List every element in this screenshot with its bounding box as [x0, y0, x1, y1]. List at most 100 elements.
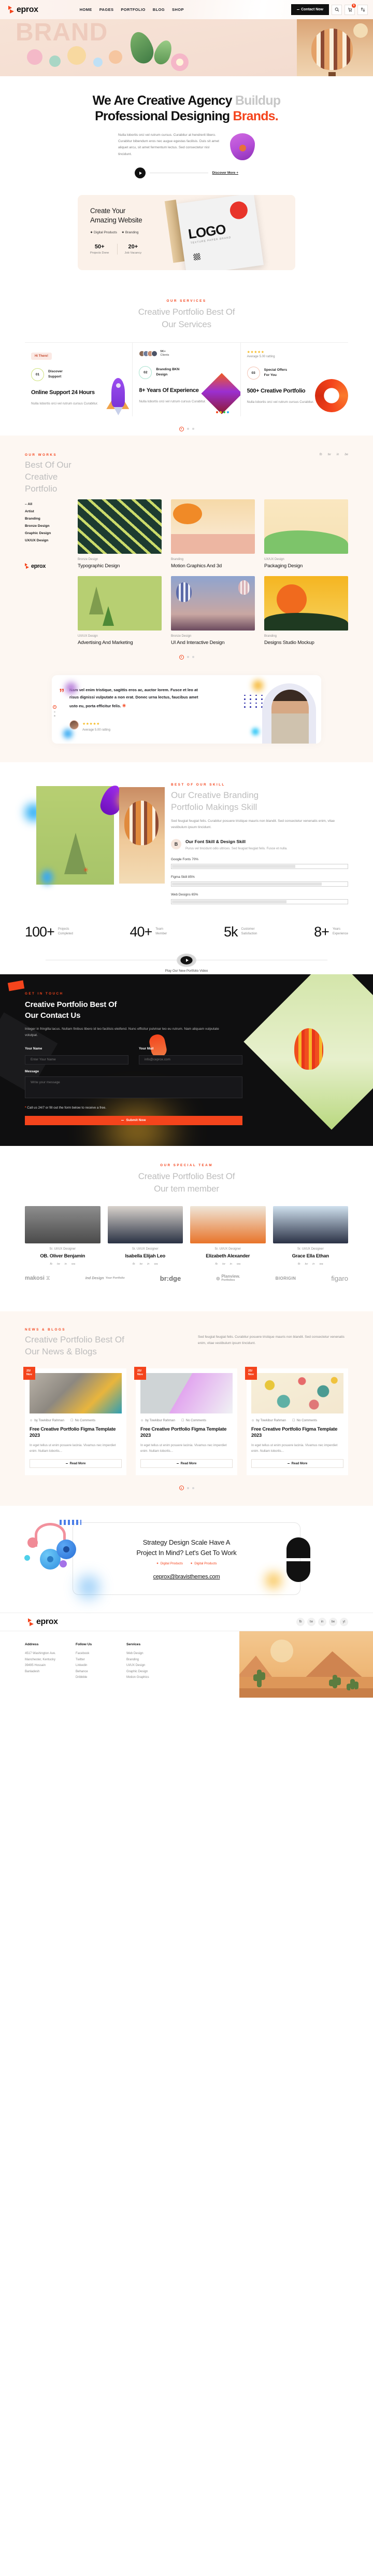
- play-video-button[interactable]: [177, 953, 196, 967]
- nav-item-pages[interactable]: PAGES: [99, 7, 114, 12]
- footer-link[interactable]: Motion Graphics: [126, 1675, 163, 1681]
- social-fb[interactable]: fb: [320, 453, 322, 456]
- carousel-dot-1[interactable]: [179, 426, 184, 431]
- mail-input[interactable]: [139, 1055, 242, 1065]
- testimonial-card: ” Nam vel enim tristique, sagittis eros …: [52, 675, 321, 744]
- footer-link[interactable]: Graphic Design: [126, 1669, 163, 1675]
- social-in[interactable]: in: [337, 453, 339, 456]
- social-wa[interactable]: wa: [319, 1263, 323, 1266]
- filter-uxux-design[interactable]: UX/UX Design: [25, 539, 70, 542]
- cta-email-link[interactable]: ceprox@bravisthemes.com: [153, 1574, 220, 1580]
- portfolio-item[interactable]: Bronze Design UI And Interactive Design: [171, 576, 255, 646]
- nav-item-home[interactable]: HOME: [80, 7, 92, 12]
- carousel-dot-2[interactable]: [187, 1487, 189, 1489]
- social-tw[interactable]: tw: [140, 1263, 143, 1266]
- filter-artist[interactable]: Artist: [25, 510, 70, 513]
- submit-now-button[interactable]: Submit Now: [25, 1115, 242, 1125]
- social-in[interactable]: in: [312, 1263, 314, 1266]
- footer-link[interactable]: UI/UX Design: [126, 1663, 163, 1669]
- search-icon[interactable]: [332, 4, 342, 15]
- social-fb[interactable]: fb: [50, 1263, 52, 1266]
- cart-icon[interactable]: 6: [345, 3, 356, 15]
- stat-label: Job Vacancy: [124, 251, 142, 255]
- stat-job-vacancy: 20+ Job Vacancy: [118, 244, 148, 255]
- team-member-card[interactable]: Sr. UI/UX Designer Isabella Elijah Leo f…: [107, 1206, 183, 1266]
- social-yt[interactable]: yt: [340, 1618, 348, 1627]
- nav-item-blog[interactable]: BLOG: [153, 7, 165, 12]
- blog-card[interactable]: 25/ Nov ☺ by Towkibur Rahman ☐ No Comments…: [134, 1366, 237, 1476]
- footer-link[interactable]: Facebook: [76, 1651, 112, 1657]
- discover-more-link[interactable]: Discover More +: [212, 171, 238, 175]
- footer-link[interactable]: Twitter: [76, 1657, 112, 1663]
- carousel-dot-3[interactable]: [192, 1487, 194, 1489]
- nav-item-shop[interactable]: SHOP: [172, 7, 184, 12]
- social-be[interactable]: be: [345, 453, 348, 456]
- social-wa[interactable]: wa: [154, 1263, 157, 1266]
- carousel-dot-3[interactable]: [192, 428, 194, 430]
- carousel-dot-2[interactable]: [54, 711, 55, 713]
- social-tw[interactable]: tw: [307, 1618, 315, 1627]
- social-in[interactable]: in: [318, 1618, 326, 1627]
- social-tw[interactable]: tw: [328, 453, 331, 456]
- carousel-dot-1[interactable]: [53, 705, 56, 709]
- footer-link[interactable]: Linkedin: [76, 1663, 112, 1669]
- settings-icon[interactable]: [357, 4, 368, 15]
- play-button[interactable]: [135, 167, 146, 178]
- dash-icon: [287, 1463, 290, 1464]
- carousel-dot-2[interactable]: [187, 656, 189, 659]
- filter-bronze-design[interactable]: Bronze Design: [25, 524, 70, 528]
- social-tw[interactable]: tw: [305, 1263, 308, 1266]
- carousel-dot-2[interactable]: [187, 428, 189, 430]
- blog-card[interactable]: 25/ Nov ☺ by Towkibur Rahman ☐ No Comments…: [23, 1366, 126, 1476]
- team-member-card[interactable]: Sr. UI/UX Designer Grace Ella Ethan fb t…: [272, 1206, 348, 1266]
- social-be[interactable]: be: [329, 1618, 337, 1627]
- portfolio-item[interactable]: Branding Motion Graphics And 3d: [171, 499, 255, 569]
- social-tw[interactable]: tw: [57, 1263, 60, 1266]
- logo[interactable]: eprox: [5, 5, 38, 15]
- filter-all[interactable]: – All: [25, 502, 70, 506]
- social-fb[interactable]: fb: [133, 1263, 135, 1266]
- portfolio-item[interactable]: Bronze Design Typographic Design: [78, 499, 162, 569]
- read-more-button[interactable]: Read More: [140, 1459, 233, 1468]
- footer-link[interactable]: Behance: [76, 1669, 112, 1675]
- social-in[interactable]: in: [230, 1263, 232, 1266]
- social-fb[interactable]: fb: [298, 1263, 300, 1266]
- footer-link[interactable]: Branding: [126, 1657, 163, 1663]
- read-more-button[interactable]: Read More: [251, 1459, 343, 1468]
- service-card[interactable]: Hi There! 01 Discover Support Online Sup…: [25, 342, 133, 416]
- footer-link[interactable]: Web Design: [126, 1651, 163, 1657]
- social-wa[interactable]: wa: [237, 1263, 240, 1266]
- contact-now-button[interactable]: Contact Now: [291, 4, 329, 15]
- name-input[interactable]: [25, 1055, 128, 1065]
- social-in[interactable]: in: [147, 1263, 149, 1266]
- team-member-card[interactable]: Sr. UI/UX Designer OB. Oliver Benjamin f…: [25, 1206, 101, 1266]
- social-tw[interactable]: tw: [222, 1263, 225, 1266]
- team-member-card[interactable]: Sr. UI/UX Designer Elizabeth Alexander f…: [190, 1206, 266, 1266]
- portfolio-item[interactable]: UX/UX Design Packaging Design: [264, 499, 348, 569]
- filter-branding[interactable]: Branding: [25, 517, 70, 521]
- carousel-dot-3[interactable]: [192, 656, 194, 659]
- portfolio-item[interactable]: UX/UX Design Advertising And Marketing: [78, 576, 162, 646]
- service-card[interactable]: 5K+ Clients 02 Branding BKN Design 8+ Yea…: [133, 342, 241, 416]
- services-section: OUR SERVICES Creative Portfolio Best Of O…: [0, 286, 373, 436]
- footer-logo[interactable]: eprox: [25, 1617, 58, 1627]
- message-textarea[interactable]: [25, 1076, 242, 1098]
- filter-graphic-design[interactable]: Graphic Design: [25, 531, 70, 535]
- carousel-dot-3[interactable]: [54, 715, 55, 717]
- footer-link[interactable]: Dribbble: [76, 1675, 112, 1681]
- social-fb[interactable]: fb: [296, 1618, 305, 1627]
- read-more-button[interactable]: Read More: [30, 1459, 122, 1468]
- carousel-dot-1[interactable]: [179, 1486, 184, 1491]
- skill-section: ✳ BEST OF OUR SKILL Our Creative Brandin…: [25, 762, 348, 974]
- comment-icon: ☐: [292, 1418, 295, 1422]
- footer-column-follow: Follow Us Facebook Twitter Linkedin Beha…: [76, 1643, 112, 1685]
- service-card[interactable]: ★★★★★ Average 5.00 ratting 03 Special Of…: [241, 343, 348, 416]
- social-wa[interactable]: wa: [71, 1263, 75, 1266]
- social-fb[interactable]: fb: [215, 1263, 218, 1266]
- nav-item-portfolio[interactable]: PORTFOLIO: [121, 7, 145, 12]
- blog-card[interactable]: 25/ Nov ☺ by Towkibur Rahman ☐ No Comments…: [245, 1366, 348, 1476]
- social-in[interactable]: in: [65, 1263, 67, 1266]
- counter-team: 40+ Team Member: [130, 925, 167, 939]
- portfolio-item[interactable]: Branding Designs Studio Mockup: [264, 576, 348, 646]
- carousel-dot-1[interactable]: [179, 654, 184, 660]
